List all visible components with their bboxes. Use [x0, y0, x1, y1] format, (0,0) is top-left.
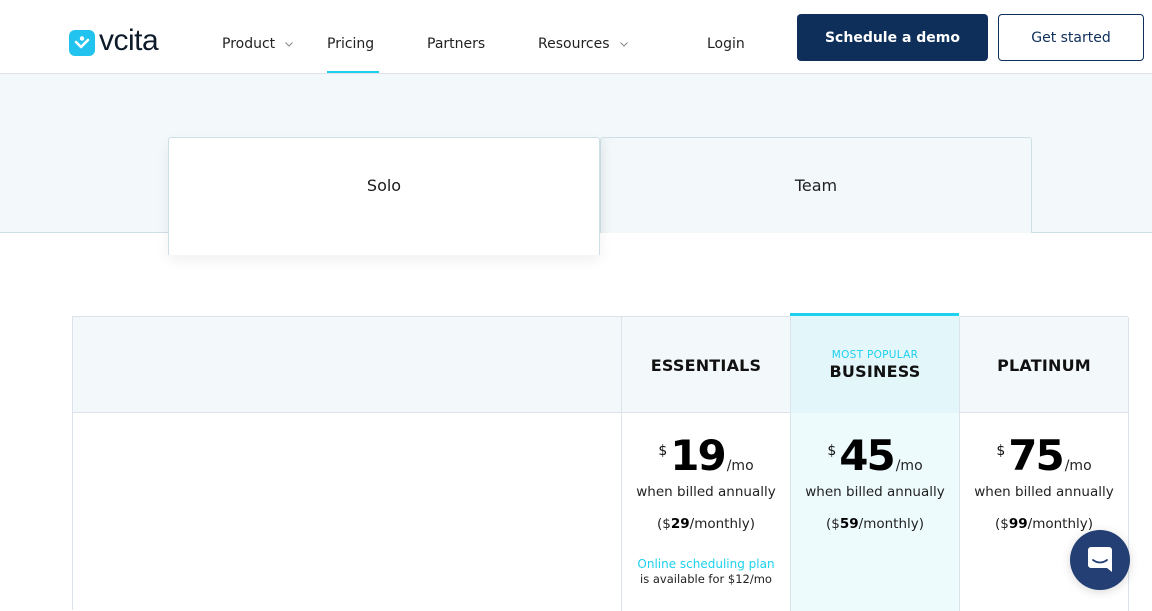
nav-partners[interactable]: Partners [427, 36, 485, 52]
price-amount: 19 [670, 431, 726, 480]
chevron-down-icon [285, 42, 294, 47]
monthly-amount: 29 [670, 516, 690, 532]
currency-symbol: $ [827, 443, 837, 459]
currency-symbol: $ [996, 443, 1006, 459]
most-popular-bar [790, 313, 959, 316]
nav-partners-label: Partners [427, 36, 486, 52]
tab-solo[interactable]: Solo [168, 137, 600, 255]
billing-note: when billed annually [805, 484, 945, 500]
scheduling-plan-note: is available for $12/mo [640, 572, 772, 586]
monthly-suffix: /monthly) [1027, 516, 1094, 532]
price-amount: 45 [839, 431, 895, 480]
nav-pricing[interactable]: Pricing [327, 36, 374, 52]
nav-product[interactable]: Product [222, 36, 294, 52]
price-period: /mo [895, 458, 923, 474]
monthly-suffix: /monthly) [858, 516, 925, 532]
monthly-prefix: ($ [994, 516, 1009, 532]
vcita-logo-icon [69, 30, 95, 56]
plan-name: ESSENTIALS [650, 355, 762, 375]
billing-note: when billed annually [974, 484, 1114, 500]
site-header: vcita Product Pricing Partners Resources… [0, 0, 1152, 74]
price-amount: 75 [1008, 431, 1064, 480]
get-started-button[interactable]: Get started [998, 14, 1144, 61]
monthly-amount: 59 [839, 516, 859, 532]
nav-resources[interactable]: Resources [538, 36, 629, 52]
monthly-prefix: ($ [825, 516, 840, 532]
currency-symbol: $ [658, 443, 668, 459]
schedule-demo-button[interactable]: Schedule a demo [797, 14, 988, 61]
price-period: /mo [726, 458, 754, 474]
plan-header-business: MOST POPULAR BUSINESS [791, 317, 959, 413]
tab-team-label: Team [794, 176, 838, 195]
nav-pricing-label: Pricing [327, 36, 375, 52]
plan-header-platinum: PLATINUM [960, 317, 1128, 413]
monthly-price: ($99/monthly) [995, 516, 1093, 532]
login-label: Login [707, 36, 745, 52]
billing-note: when billed annually [636, 484, 776, 500]
price: $ 45 /mo [827, 434, 922, 480]
nav-active-indicator [327, 71, 379, 73]
tab-solo-label: Solo [366, 176, 402, 195]
chat-bubble-icon [1088, 547, 1112, 572]
most-popular-badge: MOST POPULAR [831, 349, 919, 361]
monthly-price: ($59/monthly) [826, 516, 924, 532]
monthly-prefix: ($ [656, 516, 671, 532]
price: $ 75 /mo [996, 434, 1091, 480]
monthly-amount: 99 [1008, 516, 1028, 532]
monthly-suffix: /monthly) [689, 516, 756, 532]
logo-wordmark: vcita [99, 24, 159, 57]
vcita-logo[interactable]: vcita [69, 24, 159, 57]
login-link[interactable]: Login [707, 36, 745, 52]
price: $ 19 /mo [658, 434, 753, 480]
nav-resources-label: Resources [538, 36, 610, 52]
price-cell-platinum: $ 75 /mo when billed annually ($99/month… [960, 414, 1128, 533]
monthly-price: ($29/monthly) [657, 516, 755, 532]
price-cell-business: $ 45 /mo when billed annually ($59/month… [791, 414, 959, 533]
price-cell-essentials: $ 19 /mo when billed annually ($29/month… [622, 414, 790, 587]
pricing-table: ESSENTIALS MOST POPULAR BUSINESS PLATINU… [72, 313, 1129, 611]
chevron-down-icon [619, 42, 628, 47]
plan-name: PLATINUM [997, 355, 1091, 375]
online-scheduling-plan-link[interactable]: Online scheduling plan [637, 557, 774, 571]
plan-header-essentials: ESSENTIALS [622, 317, 790, 413]
tab-team[interactable]: Team [600, 137, 1032, 233]
price-period: /mo [1064, 458, 1092, 474]
chat-launcher-button[interactable] [1070, 530, 1130, 590]
nav-product-label: Product [222, 36, 276, 52]
plan-name: BUSINESS [829, 362, 921, 381]
